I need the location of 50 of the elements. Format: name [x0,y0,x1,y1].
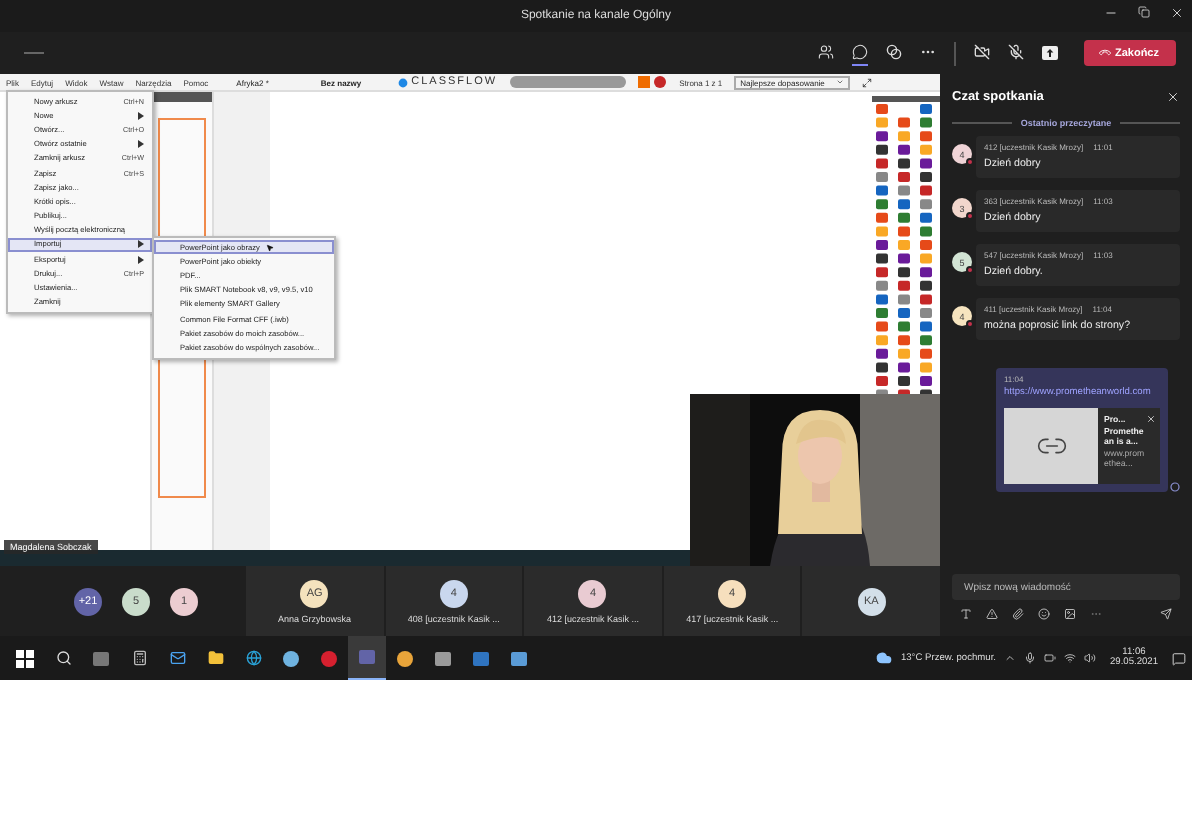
calculator-icon [131,650,147,666]
app-icon [358,648,376,666]
notifications-icon[interactable] [1172,651,1186,665]
minimize-icon[interactable] [1104,6,1118,20]
mic-icon[interactable] [1023,652,1036,664]
mic-off-icon [1008,44,1024,60]
mail-icon [169,650,185,666]
emoji-icon[interactable] [1038,608,1050,620]
share-icon [1042,45,1058,59]
folder-icon [207,650,223,666]
teams-button[interactable] [348,636,386,680]
share-button[interactable] [1042,41,1058,65]
sticker-icon[interactable] [1064,608,1076,620]
volume-icon[interactable] [1083,652,1096,664]
attach-icon[interactable] [1012,608,1024,620]
seen-icon [1170,482,1180,492]
caret-icon [138,111,144,120]
grip-icon [24,50,44,56]
close-icon[interactable] [1170,6,1184,20]
globe-icon [245,650,261,666]
format-icon[interactable] [960,608,972,620]
app-icon [16,649,34,667]
restore-icon[interactable] [1138,6,1150,18]
app-icons-drawing [637,76,668,88]
app-icon [472,649,490,667]
app-icon [396,649,414,667]
app-icon [282,649,300,667]
tray-chevron-icon[interactable] [1003,652,1016,664]
app-icon [434,649,452,667]
chat-icon [852,44,868,60]
caret-icon [138,140,144,149]
fullscreen-icon[interactable] [862,77,873,87]
send-icon[interactable] [1160,608,1172,620]
phone-icon [1098,45,1114,61]
search-icon [55,650,71,666]
app-icon [320,649,338,667]
chat-button[interactable] [852,40,868,66]
app-icon [510,649,528,667]
circles-icon [886,44,902,60]
camera-off-icon [974,44,990,60]
address-pill [509,76,626,88]
weather-icon [876,650,893,666]
panel-header [152,92,212,102]
wifi-icon[interactable] [1063,652,1076,664]
close-icon[interactable] [1166,89,1180,103]
people-icon [818,44,834,60]
important-icon[interactable] [986,608,998,620]
battery-icon[interactable] [1043,652,1056,664]
app-icon [92,649,110,667]
cursor-icon [265,243,274,252]
